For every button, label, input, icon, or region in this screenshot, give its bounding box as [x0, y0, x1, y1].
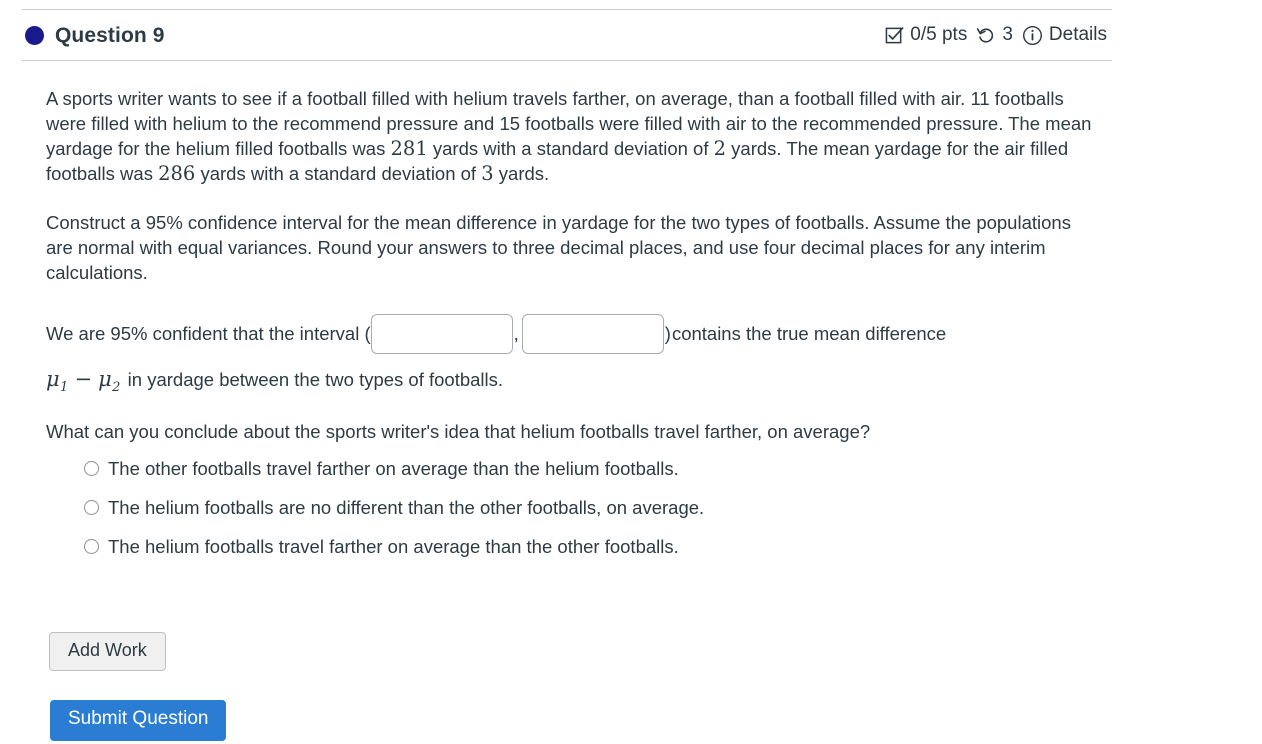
conclusion-prompt: What can you conclude about the sports w…: [46, 421, 871, 442]
question-paragraph-2: Construct a 95% confidence interval for …: [46, 212, 1071, 283]
answer-suffix-text: contains the true mean difference: [671, 323, 947, 344]
checkbox-checked-icon: [885, 26, 904, 45]
math-minus-sign: −: [74, 367, 93, 391]
answer-comma: ,: [513, 323, 519, 344]
confidence-interval-lower-input[interactable]: [370, 314, 513, 354]
submit-question-button[interactable]: Submit Question: [50, 700, 227, 741]
info-circle-icon: [1022, 25, 1043, 46]
action-buttons: Add Work Submit Question: [49, 632, 227, 741]
answer-tail-text: in yardage between the two types of foot…: [127, 369, 504, 390]
paragraph1-segment-2: yards with a standard deviation of: [427, 138, 714, 159]
question-container: Question 9 0/5 pts 3 Details A sports wr…: [0, 0, 1262, 744]
paragraph1-segment-4: yards with a standard deviation of: [195, 163, 482, 184]
math-value-helium-sd: 2: [713, 137, 727, 160]
attempts-value: 3: [1002, 24, 1013, 45]
conclusion-options-list: The other footballs travel farther on av…: [46, 457, 1101, 559]
attempts-group: 3: [976, 24, 1013, 46]
option-row-1[interactable]: The helium footballs are no different th…: [46, 496, 1101, 520]
question-status-bullet-icon: [25, 25, 44, 45]
rotate-left-icon: [976, 25, 996, 45]
math-value-helium-mean: 281: [390, 137, 428, 160]
option-row-0[interactable]: The other footballs travel farther on av…: [46, 457, 1101, 481]
option-row-2[interactable]: The helium footballs travel farther on a…: [46, 535, 1101, 559]
radio-button-icon-0[interactable]: [84, 461, 99, 476]
math-value-air-mean: 286: [158, 162, 196, 185]
answer-statement-row-2: μ1 − μ2 in yardage between the two types…: [46, 360, 1101, 395]
question-header-right: 0/5 pts 3 Details: [885, 24, 1109, 46]
paragraph1-segment-5: yards.: [493, 163, 550, 184]
question-body: A sports writer wants to see if a footba…: [46, 86, 1101, 574]
option-label-1: The helium footballs are no different th…: [108, 497, 705, 518]
points-group: 0/5 pts: [885, 24, 967, 46]
details-group[interactable]: Details: [1022, 24, 1107, 46]
option-label-0: The other footballs travel farther on av…: [108, 458, 679, 479]
details-label: Details: [1048, 24, 1107, 45]
math-mu-2: μ2: [98, 367, 121, 396]
confidence-interval-upper-input[interactable]: [521, 314, 664, 354]
answer-statement-row-1: We are 95% confident that the interval (…: [46, 311, 1101, 357]
question-header-left: Question 9: [25, 25, 165, 46]
math-mu-1: μ1: [46, 367, 69, 396]
question-paragraph-1: A sports writer wants to see if a footba…: [46, 86, 1101, 186]
answer-statement: We are 95% confident that the interval (…: [46, 311, 1101, 395]
answer-prefix-text: We are 95% confident that the interval (: [46, 323, 371, 344]
math-value-air-sd: 3: [481, 162, 494, 185]
option-label-2: The helium footballs travel farther on a…: [108, 536, 679, 557]
page-title: Question 9: [55, 23, 165, 47]
radio-button-icon-1[interactable]: [84, 500, 99, 515]
question-header: Question 9 0/5 pts 3 Details: [22, 9, 1112, 61]
radio-button-icon-2[interactable]: [84, 539, 99, 554]
answer-close-paren: ): [664, 323, 671, 344]
add-work-button[interactable]: Add Work: [49, 632, 166, 671]
points-value: 0/5 pts: [910, 24, 968, 45]
